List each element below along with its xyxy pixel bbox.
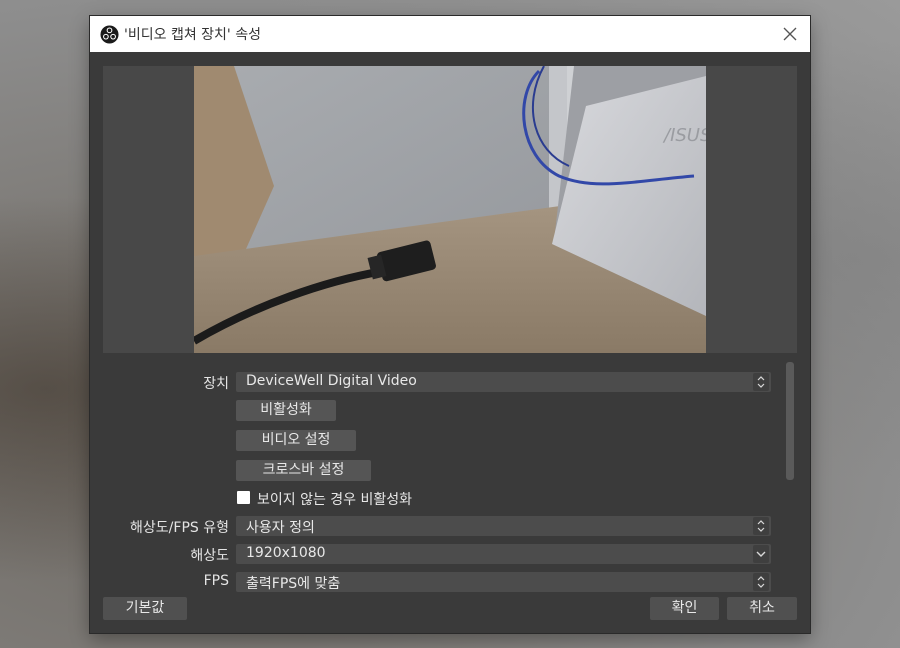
- resolution-fps-type-label: 해상도/FPS 유형: [130, 520, 229, 536]
- crossbar-settings-button[interactable]: 크로스바 설정: [236, 460, 371, 481]
- resolution-label: 해상도: [190, 548, 229, 564]
- resolution-value: 1920x1080: [246, 545, 326, 561]
- title-bar[interactable]: '비디오 캡쳐 장치' 속성: [90, 16, 810, 52]
- camera-preview-image: /ISUS: [194, 66, 706, 353]
- deactivate-when-hidden-checkbox[interactable]: [237, 491, 250, 504]
- updown-arrows-icon: [753, 573, 769, 591]
- chevron-down-icon: [753, 545, 769, 563]
- resolution-select[interactable]: 1920x1080: [236, 544, 771, 564]
- video-settings-button[interactable]: 비디오 설정: [236, 430, 356, 451]
- device-select[interactable]: DeviceWell Digital Video: [236, 372, 771, 392]
- fps-value: 출력FPS에 맞춤: [246, 576, 341, 592]
- resolution-fps-type-value: 사용자 정의: [246, 520, 315, 536]
- window-title: '비디오 캡쳐 장치' 속성: [124, 27, 261, 43]
- resolution-fps-type-select[interactable]: 사용자 정의: [236, 516, 771, 536]
- deactivate-button[interactable]: 비활성화: [236, 400, 336, 421]
- properties-scrollbar[interactable]: [786, 362, 794, 480]
- defaults-button[interactable]: 기본값: [103, 597, 187, 620]
- fps-label: FPS: [203, 573, 229, 589]
- obs-logo-icon: [100, 25, 119, 44]
- ok-button[interactable]: 확인: [650, 597, 719, 620]
- device-label: 장치: [203, 376, 229, 392]
- cancel-button[interactable]: 취소: [727, 597, 797, 620]
- properties-dialog: '비디오 캡쳐 장치' 속성 /ISU 장치 DeviceWell Digita…: [90, 16, 810, 633]
- deactivate-when-hidden-label[interactable]: 보이지 않는 경우 비활성화: [257, 489, 412, 509]
- asus-logo-text: /ISUS: [662, 125, 706, 146]
- fps-select[interactable]: 출력FPS에 맞춤: [236, 572, 771, 592]
- close-icon: [783, 27, 797, 41]
- updown-arrows-icon: [753, 373, 769, 391]
- close-button[interactable]: [776, 20, 804, 48]
- device-value: DeviceWell Digital Video: [246, 373, 417, 389]
- preview-area: /ISUS: [103, 66, 797, 353]
- updown-arrows-icon: [753, 517, 769, 535]
